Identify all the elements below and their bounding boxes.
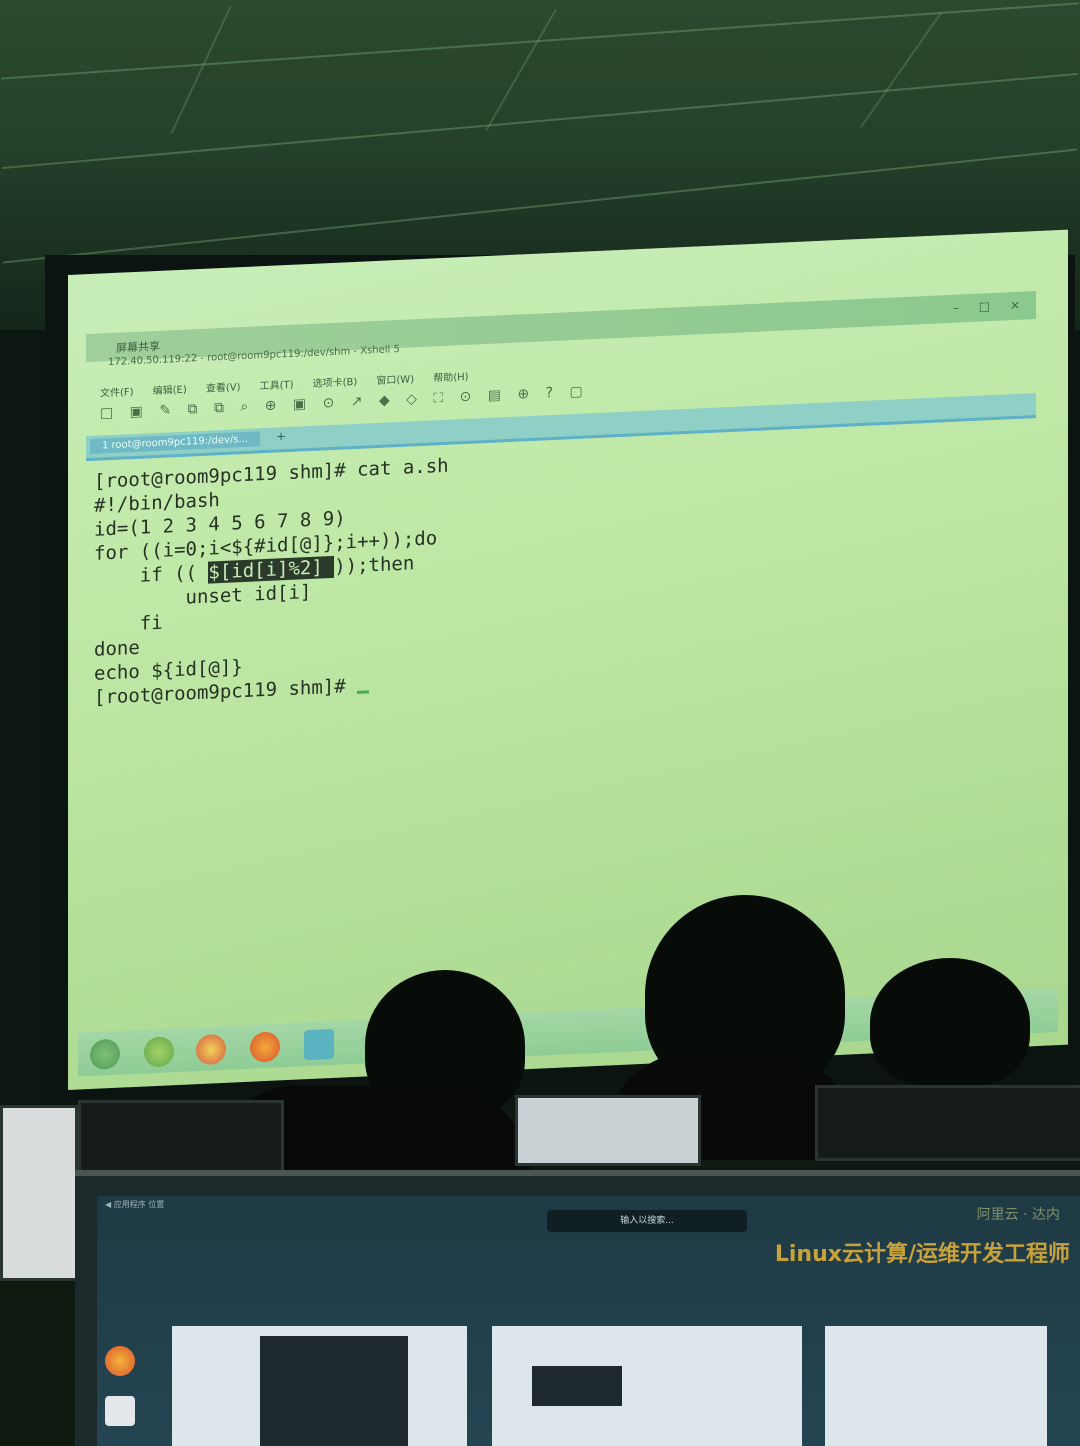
banner-subtitle: 阿里云 · 达内	[976, 1207, 1060, 1223]
menu-edit[interactable]: 编辑(E)	[153, 381, 187, 398]
back-monitor	[515, 1095, 701, 1166]
workspace-thumbnail[interactable]	[172, 1326, 467, 1446]
search-input[interactable]: 输入以搜索...	[547, 1210, 747, 1232]
tab-session[interactable]: 1 root@room9pc119:/dev/s...	[90, 431, 261, 455]
back-monitor	[815, 1085, 1080, 1161]
ceiling-grid-line	[1, 72, 1079, 170]
desktop-screen: ◀ 应用程序 位置 输入以搜索... 阿里云 · 达内 Linux云计算/运维开…	[97, 1196, 1080, 1446]
menu-file[interactable]: 文件(F)	[100, 383, 134, 400]
start-icon[interactable]	[90, 1038, 120, 1071]
firefox-icon[interactable]	[105, 1346, 135, 1376]
thumbnail-slide	[260, 1336, 408, 1446]
menu-help[interactable]: 帮助(H)	[433, 368, 468, 385]
thumbnail-terminal	[532, 1366, 622, 1406]
menu-tabs[interactable]: 选项卡(B)	[313, 373, 358, 390]
menu-tools[interactable]: 工具(T)	[260, 376, 294, 393]
terminal-selection: $[id[i]%2]	[208, 555, 335, 584]
ceiling-grid-line	[170, 6, 232, 134]
menu-window[interactable]: 窗口(W)	[376, 370, 414, 387]
workspace-thumbnail[interactable]	[492, 1326, 802, 1446]
side-monitor	[0, 1105, 78, 1281]
terminal-output[interactable]: [root@room9pc119 shm]# cat a.sh #!/bin/ba…	[94, 454, 449, 710]
add-tab-button[interactable]: +	[276, 429, 286, 443]
ceiling-grid-line	[485, 8, 557, 132]
window-title: 屏幕共享	[116, 339, 160, 355]
banner-title: Linux云计算/运维开发工程师	[774, 1242, 1070, 1267]
window-controls[interactable]: – □ ×	[953, 297, 1028, 314]
files-icon[interactable]	[105, 1396, 135, 1426]
terminal-cursor	[357, 690, 370, 694]
chrome-icon[interactable]	[196, 1033, 226, 1066]
minimize-icon[interactable]: –	[953, 300, 967, 315]
close-icon[interactable]: ×	[1010, 297, 1028, 312]
projected-xshell-window: 屏幕共享 – □ × 172.40.50.119:22 - root@room9…	[68, 229, 1068, 1090]
ceiling-grid-line	[860, 12, 942, 128]
front-monitor: ◀ 应用程序 位置 输入以搜索... 阿里云 · 达内 Linux云计算/运维开…	[75, 1170, 1080, 1446]
ceiling-grid-line	[1, 2, 1079, 80]
xshell-icon[interactable]	[304, 1028, 334, 1061]
back-monitor	[78, 1100, 284, 1181]
maximize-icon[interactable]: □	[979, 299, 998, 314]
menu-view[interactable]: 查看(V)	[206, 378, 241, 395]
firefox-icon[interactable]	[250, 1031, 280, 1063]
app-icon[interactable]	[144, 1036, 174, 1068]
desktop-panel-caption: ◀ 应用程序 位置	[105, 1200, 165, 1209]
terminal-text: ));then	[334, 552, 415, 578]
audience-head	[870, 958, 1030, 1088]
workspace-thumbnail[interactable]	[825, 1326, 1047, 1446]
